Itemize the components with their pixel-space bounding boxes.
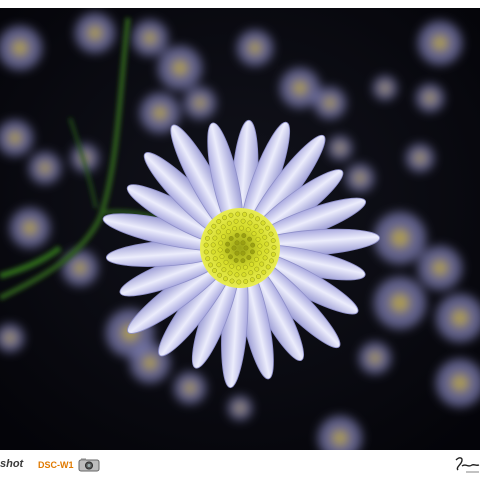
camera-icon bbox=[78, 458, 100, 472]
model-label: DSC-W1 bbox=[38, 460, 74, 470]
daisy-photo bbox=[0, 8, 480, 450]
signature-icon bbox=[455, 457, 480, 473]
photo bbox=[0, 8, 480, 450]
photo-caption-strip: shot DSC-W1 bbox=[0, 450, 480, 480]
brand-label: shot bbox=[0, 458, 24, 470]
